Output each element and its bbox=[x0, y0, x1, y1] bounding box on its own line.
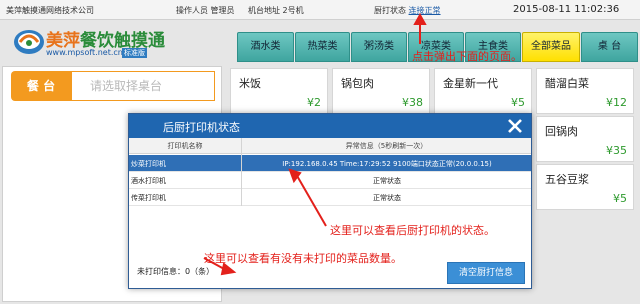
table-tab[interactable]: 餐 台 bbox=[11, 71, 71, 101]
logo-url: www.mpsoft.net.cn bbox=[46, 48, 123, 57]
dish-card[interactable]: 醋溜白菜 ¥12 bbox=[536, 68, 634, 114]
col-printer-name: 打印机名称 bbox=[167, 142, 203, 150]
tab-tables[interactable]: 桌 台 bbox=[581, 32, 638, 62]
annotation-unprinted-note: 这里可以查看有没有未打印的菜品数量。 bbox=[204, 252, 402, 265]
tab-all-dishes[interactable]: 全部菜品 bbox=[522, 32, 580, 62]
unprinted-count: 未打印信息：0（条） bbox=[137, 267, 215, 276]
tab-soups[interactable]: 粥汤类 bbox=[351, 32, 407, 62]
annotation-printer-note: 这里可以查看后厨打印机的状态。 bbox=[330, 224, 495, 237]
col-status: 异常信息（5秒刷新一次） bbox=[345, 142, 428, 150]
dish-name: 醋溜白菜 bbox=[545, 77, 589, 90]
tab-drinks[interactable]: 酒水类 bbox=[237, 32, 294, 62]
printer-status: IP:192.168.0.45 Time:17:29:52 9100端口状态正常… bbox=[282, 160, 492, 168]
printer-name: 酒水打印机 bbox=[131, 177, 166, 185]
app-logo: 美萍餐饮触摸通 www.mpsoft.net.cn 标准版 bbox=[12, 22, 165, 62]
table-row[interactable]: 酒水打印机 正常状态 bbox=[129, 172, 531, 189]
datetime: 2015-08-11 11:02:36 bbox=[513, 4, 620, 15]
clear-kitchen-print-button[interactable]: 清空厨打信息 bbox=[447, 262, 525, 284]
dialog-title: 后厨打印机状态 bbox=[163, 121, 240, 134]
terminal-info: 机台地址 2号机 bbox=[248, 6, 304, 15]
dish-name: 米饭 bbox=[239, 77, 261, 90]
dish-price: ¥12 bbox=[606, 96, 627, 109]
dialog-header: 后厨打印机状态 bbox=[129, 114, 531, 138]
dish-price: ¥5 bbox=[511, 96, 525, 109]
dish-name: 金星新一代 bbox=[443, 77, 498, 90]
dish-price: ¥5 bbox=[613, 192, 627, 205]
tab-hot-dishes[interactable]: 热菜类 bbox=[295, 32, 350, 62]
close-icon[interactable] bbox=[505, 116, 525, 136]
dish-card[interactable]: 回锅肉 ¥35 bbox=[536, 116, 634, 162]
dish-card[interactable]: 金星新一代 ¥5 bbox=[434, 68, 532, 114]
dish-name: 锅包肉 bbox=[341, 77, 374, 90]
table-select-field[interactable]: 请选取择桌台 bbox=[71, 71, 215, 101]
dish-price: ¥35 bbox=[606, 144, 627, 157]
printer-table-header: 打印机名称 异常信息（5秒刷新一次） bbox=[129, 138, 531, 154]
operator-info: 操作人员 管理员 bbox=[176, 6, 235, 15]
edition-badge: 标准版 bbox=[122, 48, 147, 58]
printer-name: 传菜打印机 bbox=[131, 194, 166, 202]
printer-status: 正常状态 bbox=[373, 177, 401, 185]
status-bar: 美萍触摸通网络技术公司 操作人员 管理员 机台地址 2号机 厨打状态 连接正常 … bbox=[0, 0, 640, 20]
dish-card[interactable]: 米饭 ¥2 bbox=[230, 68, 328, 114]
dish-name: 回锅肉 bbox=[545, 125, 578, 138]
dish-name: 五谷豆浆 bbox=[545, 173, 589, 186]
company-name: 美萍触摸通网络技术公司 bbox=[6, 6, 94, 15]
logo-icon bbox=[14, 30, 44, 54]
dish-price: ¥2 bbox=[307, 96, 321, 109]
dish-card[interactable]: 五谷豆浆 ¥5 bbox=[536, 164, 634, 210]
kitchen-print-status[interactable]: 厨打状态 连接正常 bbox=[374, 5, 441, 16]
table-row[interactable]: 炒菜打印机 IP:192.168.0.45 Time:17:29:52 9100… bbox=[129, 155, 531, 172]
printer-name: 炒菜打印机 bbox=[131, 160, 166, 168]
kitchen-status-link[interactable]: 连接正常 bbox=[409, 6, 441, 15]
annotation-popup-note: 点击弹出下面的页面。 bbox=[412, 50, 522, 63]
table-row[interactable]: 传菜打印机 正常状态 bbox=[129, 189, 531, 206]
printer-status: 正常状态 bbox=[373, 194, 401, 202]
column-divider bbox=[241, 138, 242, 206]
kitchen-status-label: 厨打状态 bbox=[374, 6, 406, 15]
dish-price: ¥38 bbox=[402, 96, 423, 109]
dish-card[interactable]: 锅包肉 ¥38 bbox=[332, 68, 430, 114]
